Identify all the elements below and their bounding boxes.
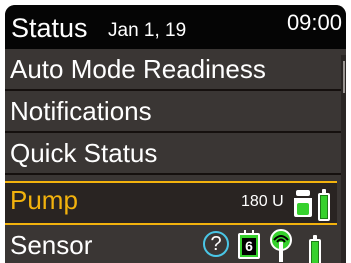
- calendar-icon: 6: [238, 230, 260, 259]
- status-time: 09:00: [286, 10, 342, 35]
- battery-icon: [318, 189, 330, 221]
- battery-icon: [309, 235, 321, 263]
- menu-item-sensor[interactable]: Sensor ? 6: [5, 225, 337, 263]
- menu-item-quick-status[interactable]: Quick Status: [5, 133, 337, 173]
- menu-item-label: Auto Mode Readiness: [10, 54, 266, 84]
- status-date: Jan 1, 19: [108, 20, 187, 41]
- battery-fill: [312, 242, 318, 263]
- menu-item-auto-mode-readiness[interactable]: Auto Mode Readiness: [5, 49, 337, 89]
- pump-screen: Status Jan 1, 19 09:00 Auto Mode Readine…: [5, 5, 346, 263]
- page-title: Status: [11, 13, 88, 43]
- scrollbar-thumb[interactable]: [343, 61, 345, 93]
- help-symbol: ?: [210, 233, 222, 255]
- status-bar: Status Jan 1, 19 09:00: [5, 5, 346, 49]
- help-icon: ?: [203, 231, 229, 257]
- menu-item-pump[interactable]: Pump 180 U: [5, 181, 337, 225]
- menu-item-label: Quick Status: [10, 138, 158, 168]
- menu-item-label: Pump: [10, 185, 78, 215]
- calibration-days: 6: [242, 238, 256, 255]
- menu-item-label: Notifications: [10, 96, 152, 126]
- sensor-connection-icon: [270, 229, 292, 262]
- reservoir-units: 180 U: [241, 193, 284, 210]
- reservoir-icon: [294, 190, 312, 217]
- menu-item-label: Sensor: [10, 230, 93, 260]
- menu-item-notifications[interactable]: Notifications: [5, 91, 337, 131]
- battery-fill: [321, 196, 327, 218]
- menu-divider: [5, 173, 346, 175]
